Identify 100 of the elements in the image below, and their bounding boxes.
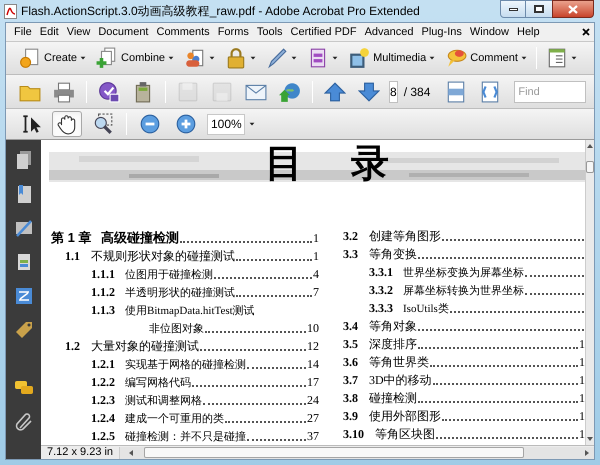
scroll-left-icon[interactable] (128, 450, 134, 456)
entry-number: 1.1.3 (91, 302, 116, 319)
toolbar-button[interactable]: Comment (442, 45, 530, 71)
entry-number: 3.6 (343, 354, 359, 371)
page-number: 10 (307, 320, 319, 337)
scroll-right-icon[interactable] (584, 450, 590, 456)
entry-title: 等角变换 (369, 246, 417, 263)
entry-number: 3.9 (343, 408, 359, 425)
heading-character: 目 (265, 142, 303, 187)
entry-title: 建成一个可重用的类 (125, 412, 224, 426)
menu-item[interactable]: Plug-Ins (418, 24, 466, 40)
entry-title: 半透明形状的碰撞测试 (125, 286, 235, 300)
entry-number: 1.2.1 (91, 356, 116, 373)
close-button[interactable] (552, 0, 594, 18)
entry-title: 使用BitmapData.hitTest测试 (125, 304, 255, 318)
entry-title: 使用外部图形 (369, 408, 441, 425)
entry-title: 世界坐标变换为屏幕坐标 (403, 266, 524, 280)
entry-title: 等角区块图 (375, 426, 435, 443)
scroll-up-icon[interactable] (587, 143, 593, 149)
page-number: 12 (307, 338, 319, 355)
caret-icon[interactable] (249, 121, 255, 127)
entry-number: 3.7 (343, 372, 359, 389)
page-number: 1 (579, 372, 585, 389)
entry-number: 3.8 (343, 390, 359, 407)
page-number: 1 (579, 408, 585, 425)
zoom-field[interactable]: 100% (207, 114, 245, 134)
entry-title: 屏幕坐标转换为世界坐标 (403, 284, 524, 298)
page-number: 14 (307, 356, 319, 373)
menu-item[interactable]: Comments (152, 24, 214, 40)
page-number: 27 (307, 410, 319, 427)
entry-title: 深度排序 (369, 336, 417, 353)
entry-number: 3.2 (343, 228, 359, 245)
menu-item[interactable]: Window (466, 24, 513, 40)
menu-item[interactable]: Certified PDF (286, 24, 361, 40)
vertical-scrollbar[interactable] (585, 140, 594, 445)
entry-number: 1.1 (65, 248, 81, 265)
hand-icon (56, 113, 78, 135)
entry-title: 测试和调整网格 (125, 394, 202, 408)
find-field[interactable]: Find (514, 80, 586, 102)
toolbar-button[interactable]: Multimedia (345, 45, 438, 71)
page-count-label: / 384 (404, 84, 430, 100)
page-number: 17 (307, 374, 319, 391)
entry-title: 编写网格代码 (125, 376, 191, 390)
close-icon (568, 4, 578, 14)
scrollbar-thumb[interactable] (586, 161, 594, 173)
menu-item[interactable]: Document (94, 24, 152, 40)
menu-item[interactable]: Forms (214, 24, 253, 40)
page-number: 1 (579, 426, 585, 443)
toolbar-button[interactable]: Combine (93, 45, 178, 71)
tag-icon[interactable] (14, 320, 34, 340)
page-number: 24 (307, 392, 319, 409)
paperclip-icon[interactable] (14, 412, 34, 432)
page-sun-icon (19, 47, 41, 69)
window-title: Flash.ActionScript.3.0动画高级教程_raw.pdf - Adobe Acrobat Pro Extended (21, 3, 420, 20)
entry-number: 1.1.2 (91, 284, 116, 301)
horizontal-scrollbar[interactable] (119, 446, 594, 458)
menu-item[interactable]: View (62, 24, 94, 40)
close-icon[interactable] (582, 28, 590, 36)
toolbar-button[interactable] (52, 111, 82, 137)
entry-number: 1.2 (65, 338, 81, 355)
people-icon (184, 47, 206, 69)
entry-title: 位图用于碰撞检测 (125, 268, 213, 282)
menu-item[interactable]: Help (513, 24, 544, 40)
entry-number: 第 1 章 (51, 228, 92, 246)
magnifier-icon (92, 113, 114, 135)
scroll-down-icon[interactable] (587, 436, 593, 442)
menu-item[interactable]: Advanced (360, 24, 418, 40)
entry-title: 实现基于网格的碰撞检测 (125, 358, 246, 372)
menu-item[interactable]: Edit (36, 24, 63, 40)
page-number: 7 (313, 284, 319, 301)
tree-icon[interactable] (14, 286, 34, 306)
entry-title: 创建等角图形 (369, 228, 441, 245)
heading-character: 录 (351, 142, 389, 187)
zoom-out-icon (139, 113, 161, 135)
pen-icon (266, 47, 288, 69)
entry-title: 3D中的移动 (369, 372, 432, 389)
entry-title: 等角世界类 (369, 354, 429, 371)
menu-item[interactable]: File (10, 24, 36, 40)
entry-number: 3.3.1 (369, 264, 394, 281)
zoom-in-icon (175, 113, 197, 135)
scrollbar-thumb[interactable] (144, 447, 524, 458)
maximize-button[interactable] (526, 0, 552, 18)
page-number: 1 (579, 354, 585, 371)
minimize-button[interactable] (500, 0, 526, 18)
entry-number: 1.2.3 (91, 392, 116, 409)
lock-icon (225, 47, 248, 69)
entry-number: 3.3 (343, 246, 359, 263)
entry-title: 等角对象 (369, 318, 417, 335)
pen-signature-icon[interactable] (14, 218, 34, 238)
menu-item[interactable]: Tools (252, 24, 287, 40)
entry-number: 1.2.5 (91, 428, 116, 445)
entry-number: 3.5 (343, 336, 359, 353)
page-number-field[interactable]: 8 (389, 80, 398, 102)
toolbar-button[interactable]: Create (16, 45, 90, 71)
entry-title: 碰撞检测 (369, 390, 417, 407)
entry-number: 3.3.3 (369, 300, 394, 317)
entry-title: 高级碰撞检测 (101, 228, 179, 246)
entry-title: 不规则形状对象的碰撞测试 (91, 248, 235, 265)
page-number: 1 (579, 390, 585, 407)
page-number: 1 (579, 336, 585, 353)
